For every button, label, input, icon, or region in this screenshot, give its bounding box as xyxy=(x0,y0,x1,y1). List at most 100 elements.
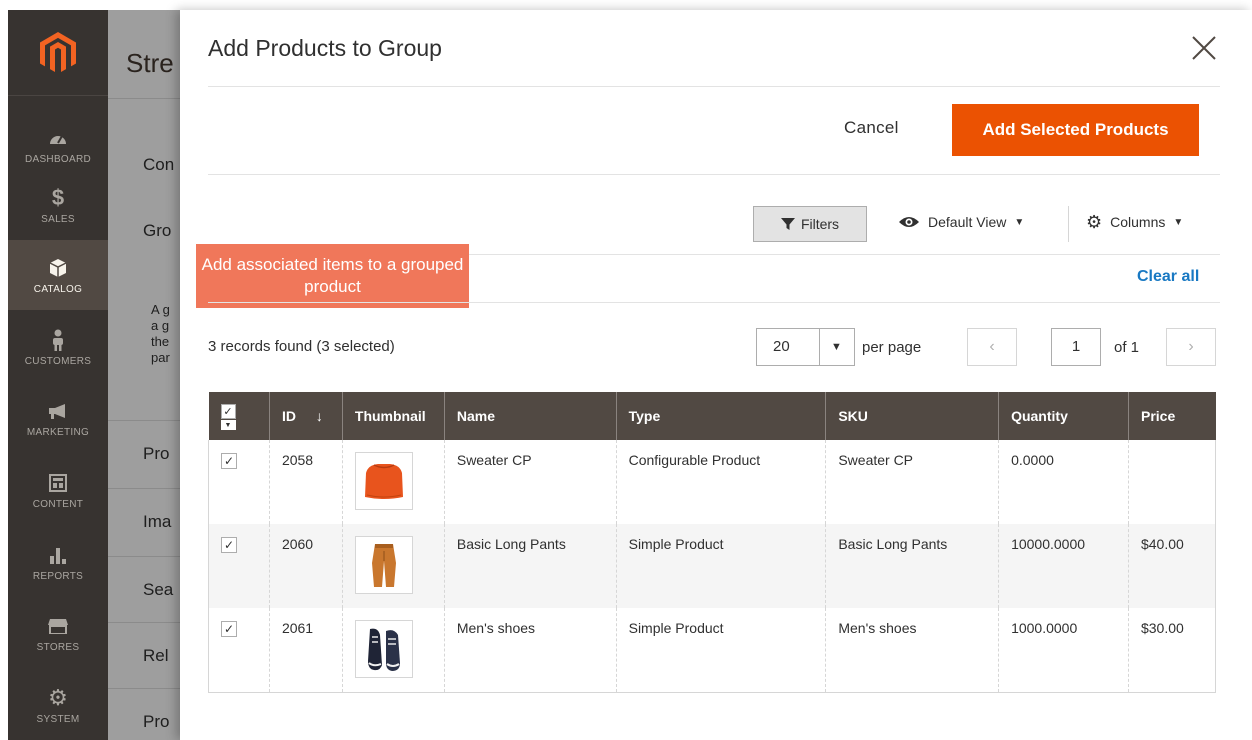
previous-page-button[interactable]: ‹ xyxy=(967,328,1017,366)
caret-down-icon: ▼ xyxy=(831,341,842,353)
bar-chart-icon xyxy=(49,543,67,567)
sort-arrow-down-icon: ↓ xyxy=(315,408,323,424)
magento-logo-icon xyxy=(40,31,76,72)
caret-down-icon[interactable]: ▼ xyxy=(220,420,236,431)
dashboard-icon xyxy=(49,126,67,150)
row-checkbox[interactable]: ✓ xyxy=(221,621,237,637)
row-quantity: 10000.0000 xyxy=(998,524,1129,608)
row-quantity: 0.0000 xyxy=(998,440,1129,524)
row-thumbnail-cell xyxy=(341,524,445,608)
row-select-cell: ✓ xyxy=(208,440,270,524)
row-id: 2060 xyxy=(268,524,343,608)
columns-dropdown[interactable]: ⚙ Columns ▼ xyxy=(1086,213,1184,231)
menu-content[interactable]: CONTENT xyxy=(8,455,108,525)
clear-all-link[interactable]: Clear all xyxy=(1137,268,1199,286)
annotation-callout: Add associated items to a grouped produc… xyxy=(196,244,469,308)
row-select-cell: ✓ xyxy=(208,608,270,693)
product-thumbnail[interactable] xyxy=(354,452,413,510)
row-checkbox[interactable]: ✓ xyxy=(221,537,237,553)
row-name: Sweater CP xyxy=(443,440,617,524)
menu-stores[interactable]: STORES xyxy=(8,598,108,668)
default-view-dropdown[interactable]: Default View ▼ xyxy=(898,214,1024,230)
divider xyxy=(208,86,1220,87)
select-all-checkbox[interactable]: ✓ xyxy=(220,404,236,420)
product-thumbnail[interactable] xyxy=(354,620,413,678)
menu-system[interactable]: ⚙ SYSTEM xyxy=(8,670,108,740)
table-row[interactable]: ✓ 2060 Basic Long Pants Simple Product B… xyxy=(208,524,1217,608)
eye-icon xyxy=(899,217,919,227)
megaphone-icon xyxy=(47,399,69,423)
column-header-quantity[interactable]: Quantity xyxy=(998,392,1129,440)
row-price: $40.00 xyxy=(1127,524,1217,608)
table-row[interactable]: ✓ 2061 Men's shoes Simple Product Men's … xyxy=(208,608,1217,693)
row-quantity: 1000.0000 xyxy=(998,608,1129,693)
columns-label: Columns xyxy=(1110,214,1166,230)
row-sku: Sweater CP xyxy=(825,440,999,524)
menu-catalog[interactable]: CATALOG xyxy=(8,240,108,310)
product-thumbnail[interactable] xyxy=(354,536,413,594)
cancel-button[interactable]: Cancel xyxy=(844,118,899,138)
menu-catalog-label: CATALOG xyxy=(33,283,83,295)
dollar-icon: $ xyxy=(51,184,65,210)
select-all-control: ✓ ▼ xyxy=(220,404,236,431)
row-thumbnail-cell xyxy=(341,608,445,693)
row-price: $30.00 xyxy=(1127,608,1217,693)
add-selected-products-button[interactable]: Add Selected Products xyxy=(952,104,1199,156)
sweater-image xyxy=(364,464,403,499)
menu-content-label: CONTENT xyxy=(32,498,84,510)
column-header-name[interactable]: Name xyxy=(443,392,617,440)
row-price xyxy=(1127,440,1217,524)
pants-image xyxy=(371,544,396,587)
magento-logo[interactable] xyxy=(8,10,108,96)
column-header-label: ID xyxy=(281,408,296,424)
row-type: Simple Product xyxy=(615,524,826,608)
chevron-right-icon: › xyxy=(1188,338,1194,355)
menu-reports[interactable]: REPORTS xyxy=(8,527,108,597)
page-total-label: of 1 xyxy=(1114,339,1140,356)
row-sku: Basic Long Pants xyxy=(825,524,999,608)
divider xyxy=(208,174,1220,175)
chevron-down-icon: ▼ xyxy=(1173,216,1184,228)
default-view-label: Default View xyxy=(928,214,1007,230)
add-products-modal: Add Products to Group Cancel Add Selecte… xyxy=(180,10,1252,740)
row-checkbox[interactable]: ✓ xyxy=(221,453,237,469)
row-type: Simple Product xyxy=(615,608,826,693)
chevron-down-icon: ▼ xyxy=(1014,216,1025,228)
filters-label: Filters xyxy=(800,216,840,232)
filters-button[interactable]: Filters xyxy=(753,206,867,242)
per-page-toggle[interactable]: ▼ xyxy=(819,328,855,366)
column-header-sku[interactable]: SKU xyxy=(825,392,999,440)
menu-customers-label: CUSTOMERS xyxy=(24,355,92,367)
row-sku: Men's shoes xyxy=(825,608,999,693)
modal-overlay[interactable] xyxy=(108,10,180,740)
records-count: 3 records found (3 selected) xyxy=(208,338,395,355)
table-row[interactable]: ✓ 2058 Sweater CP Configurable Product S… xyxy=(208,440,1217,524)
column-header-type[interactable]: Type xyxy=(615,392,826,440)
menu-reports-label: REPORTS xyxy=(32,570,84,582)
row-id: 2058 xyxy=(268,440,343,524)
admin-sidebar: DASHBOARD $ SALES CATALOG CUSTOMERS MARK… xyxy=(8,10,108,740)
box-icon xyxy=(49,256,67,280)
per-page-select[interactable]: 20 xyxy=(756,328,820,366)
column-header-price[interactable]: Price xyxy=(1127,392,1216,440)
menu-sales[interactable]: $ SALES xyxy=(8,170,108,240)
page-number-input[interactable]: 1 xyxy=(1051,328,1101,366)
modal-title: Add Products to Group xyxy=(208,35,442,61)
per-page-label: per page xyxy=(862,339,922,356)
menu-customers[interactable]: CUSTOMERS xyxy=(8,312,108,382)
column-header-id[interactable]: ID ↓ xyxy=(268,392,343,440)
next-page-button[interactable]: › xyxy=(1166,328,1216,366)
select-all-header[interactable]: ✓ ▼ xyxy=(208,392,270,440)
filter-icon xyxy=(780,218,795,230)
shoes-image xyxy=(367,628,400,671)
menu-dashboard-label: DASHBOARD xyxy=(24,153,92,165)
layout-icon xyxy=(49,471,67,495)
menu-marketing[interactable]: MARKETING xyxy=(8,383,108,453)
row-thumbnail-cell xyxy=(341,440,445,524)
menu-stores-label: STORES xyxy=(36,641,80,653)
gear-icon: ⚙ xyxy=(48,684,68,710)
divider xyxy=(208,302,1220,303)
row-id: 2061 xyxy=(268,608,343,693)
menu-sales-label: SALES xyxy=(41,213,75,225)
close-button[interactable] xyxy=(1188,32,1220,64)
